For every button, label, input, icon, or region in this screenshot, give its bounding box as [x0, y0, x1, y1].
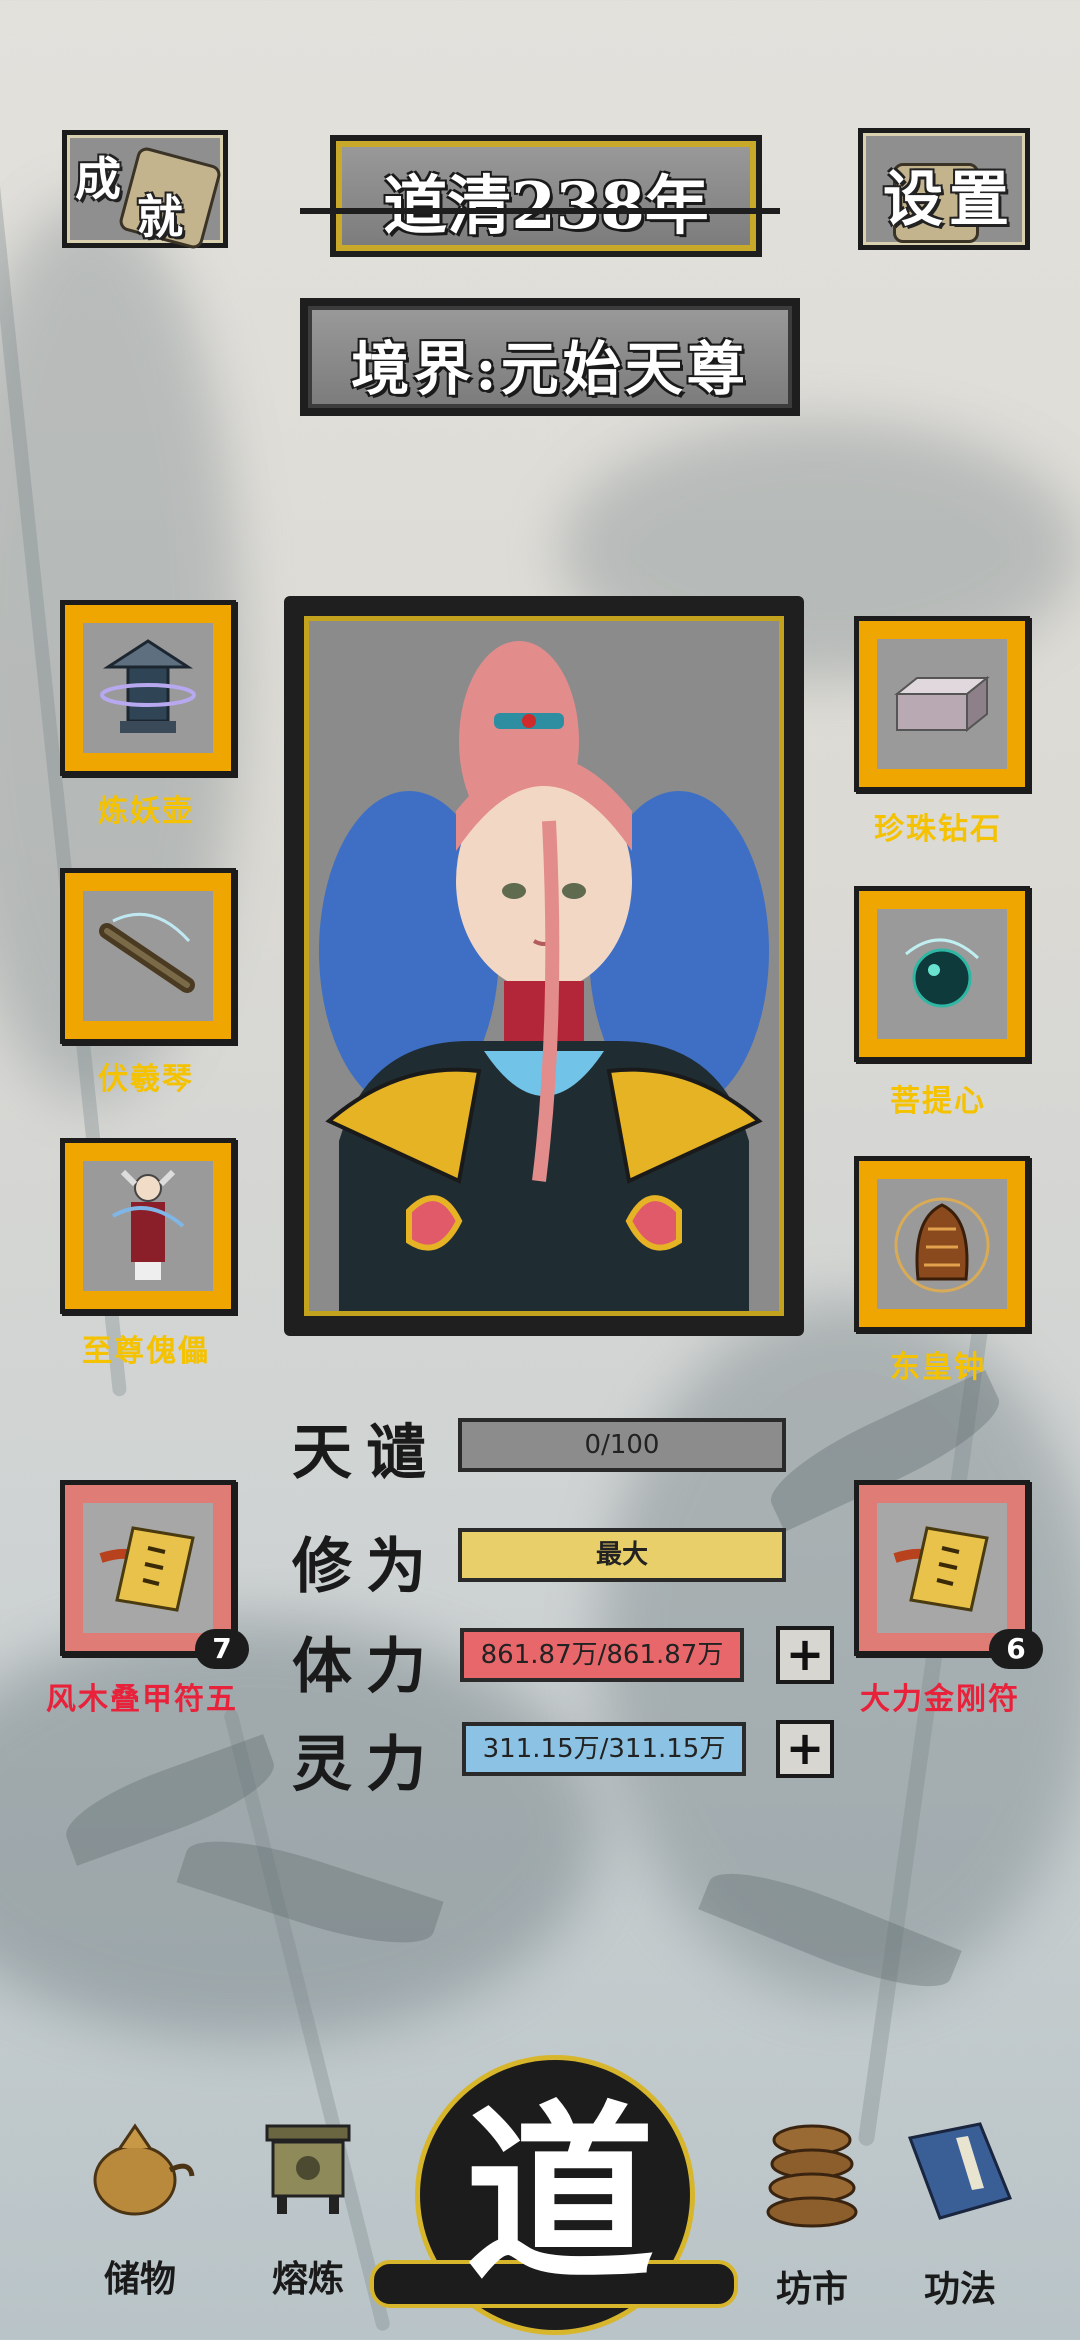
item-slot-fuxiqin[interactable] [60, 868, 236, 1044]
nav-refine[interactable]: 熔炼 [238, 2120, 378, 2320]
realm-frame: 境界:元始天尊 [300, 298, 800, 416]
item-slot-lianyaohu[interactable] [60, 600, 236, 776]
achievements-label-1: 成 [75, 152, 121, 206]
nav-skills-label: 功法 [923, 2268, 996, 2310]
xiuwei-bar: 最大 [458, 1528, 786, 1582]
year-title-frame: 道清238年 [330, 135, 762, 257]
pouch-icon [93, 2123, 195, 2216]
nav-refine-label: 熔炼 [271, 2258, 344, 2300]
talisman-icon [99, 1526, 195, 1612]
lingli-bar: 311.15万/311.15万 [462, 1722, 746, 1776]
lingli-value: 311.15万/311.15万 [482, 1734, 726, 1764]
talisman-count-badge: 6 [989, 1629, 1043, 1669]
coins-icon [766, 2124, 858, 2228]
item-label: 至尊傀儡 [82, 1334, 210, 1369]
item-slot-bodhi-heart[interactable] [854, 886, 1030, 1062]
nav-dao-center[interactable]: 道 [370, 2050, 738, 2340]
book-icon [907, 2122, 1013, 2220]
title-rod [300, 208, 780, 214]
settings-button[interactable]: 设置 [858, 128, 1030, 250]
stat-label-tianqian: 天谴 [292, 1418, 440, 1488]
nav-storage-label: 储物 [103, 2258, 176, 2300]
talisman-slot-right[interactable]: 6 [854, 1480, 1043, 1669]
tianqian-value: 0/100 [584, 1430, 660, 1460]
talisman-icon [893, 1526, 989, 1612]
item-label: 东皇钟 [890, 1350, 986, 1385]
item-label: 炼妖壶 [98, 794, 194, 829]
item-slot-pearl-diamond[interactable] [854, 616, 1030, 792]
diamond-block-icon [894, 675, 990, 733]
talisman-count-badge: 7 [195, 1629, 249, 1669]
settings-label: 设置 [883, 165, 1015, 235]
dao-symbol: 道 [464, 2083, 655, 2306]
stat-label-lingli: 灵力 [292, 1730, 440, 1800]
zither-icon [99, 912, 195, 993]
talisman-label-right: 大力金刚符 [860, 1682, 1020, 1717]
item-label: 菩提心 [890, 1084, 986, 1119]
item-label: 珍珠钻石 [874, 812, 1002, 847]
xiuwei-value: 最大 [595, 1540, 648, 1570]
item-slot-donghuang-bell[interactable] [854, 1156, 1030, 1332]
item-label: 伏羲琴 [98, 1062, 194, 1097]
achievements-label-2: 就 [137, 190, 183, 244]
character-portrait-frame [284, 596, 804, 1336]
achievements-button[interactable]: 成 就 [62, 130, 228, 251]
talisman-slot-left[interactable]: 7 [60, 1480, 249, 1669]
realm-text: 境界:元始天尊 [351, 335, 749, 403]
character-illustration [319, 641, 769, 1311]
year-title: 道清238年 [383, 169, 709, 244]
bell-icon [894, 1197, 990, 1293]
tili-plus-button[interactable]: + [776, 1626, 834, 1684]
stat-label-xiuwei: 修为 [292, 1532, 440, 1602]
tianqian-bar: 0/100 [458, 1418, 786, 1472]
cauldron-icon [265, 2124, 351, 2214]
stat-label-tili: 体力 [292, 1632, 440, 1702]
puppet-icon [112, 1169, 185, 1280]
lingli-plus-button[interactable]: + [776, 1720, 834, 1778]
pagoda-icon [100, 639, 196, 733]
nav-skills[interactable]: 功法 [890, 2118, 1030, 2328]
character-portrait [304, 616, 784, 1316]
item-slot-puppet[interactable] [60, 1138, 236, 1314]
nav-market-label: 坊市 [775, 2268, 848, 2310]
orb-icon [905, 938, 980, 1008]
talisman-label-left: 风木叠甲符五 [46, 1682, 238, 1717]
nav-storage[interactable]: 储物 [70, 2110, 210, 2320]
tili-value: 861.87万/861.87万 [480, 1640, 724, 1670]
tili-bar: 861.87万/861.87万 [460, 1628, 744, 1682]
nav-market[interactable]: 坊市 [742, 2120, 882, 2330]
